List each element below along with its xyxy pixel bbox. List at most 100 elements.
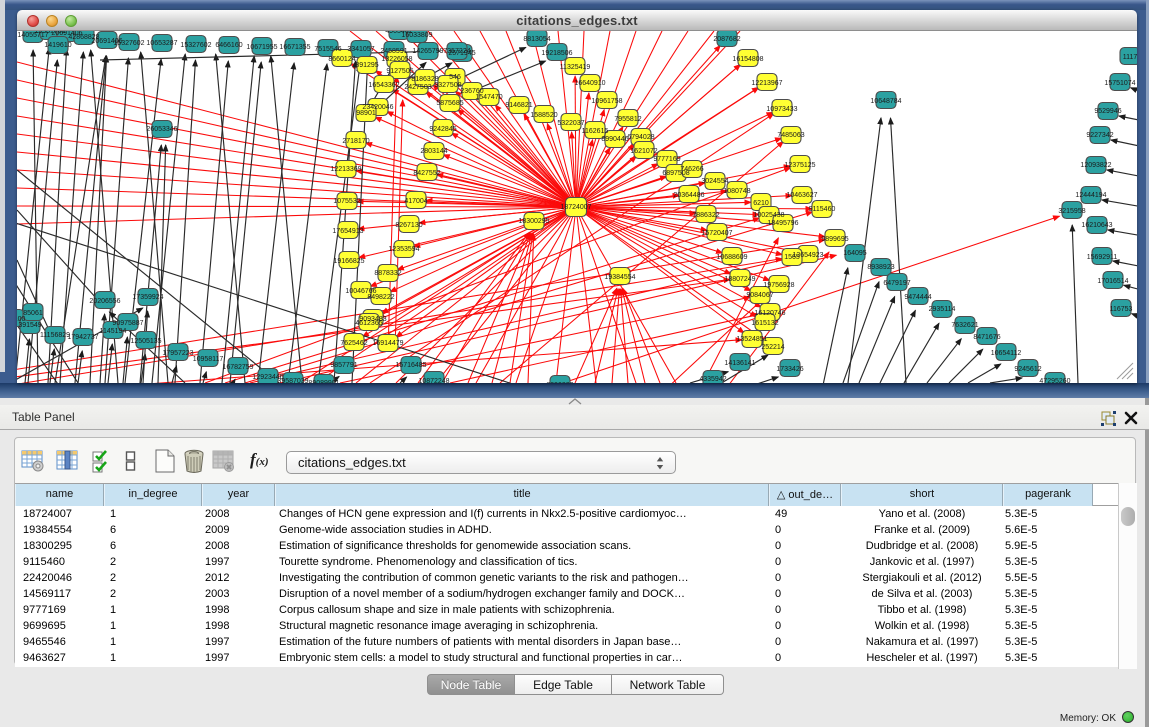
svg-text:8090293: 8090293 [546, 382, 573, 383]
svg-text:18300295: 18300295 [518, 218, 549, 225]
svg-text:17654913: 17654913 [332, 228, 363, 235]
svg-text:1547470: 1547470 [475, 94, 502, 101]
svg-text:2427503: 2427503 [404, 84, 431, 91]
svg-text:6466160: 6466160 [215, 42, 242, 49]
svg-text:16543362: 16543362 [368, 82, 399, 89]
svg-text:3215958: 3215958 [1058, 208, 1085, 215]
svg-text:10958117: 10958117 [193, 356, 224, 363]
svg-text:15751074: 15751074 [1104, 80, 1135, 87]
svg-text:7625462: 7625462 [340, 340, 367, 347]
svg-text:16120746: 16120746 [754, 310, 785, 317]
svg-text:89089901: 89089901 [308, 380, 339, 383]
svg-text:12353594: 12353594 [388, 246, 419, 253]
svg-text:10671955: 10671955 [246, 44, 277, 51]
svg-text:16782759: 16782759 [222, 364, 253, 371]
svg-text:47295260: 47295260 [1039, 378, 1070, 383]
svg-text:2803144: 2803144 [420, 148, 447, 155]
svg-text:26053346: 26053346 [146, 126, 177, 133]
svg-text:6210: 6210 [753, 200, 769, 207]
svg-text:6794028: 6794028 [627, 134, 654, 141]
svg-text:9245612: 9245612 [1014, 366, 1041, 373]
svg-text:17942737: 17942737 [67, 334, 98, 341]
svg-text:17016514: 17016514 [1097, 278, 1128, 285]
svg-text:1615132: 1615132 [751, 320, 778, 327]
svg-text:14136141: 14136141 [724, 360, 755, 367]
svg-text:98901: 98901 [356, 110, 376, 117]
svg-text:12213369: 12213369 [330, 166, 361, 173]
svg-text:10654112: 10654112 [991, 350, 1022, 357]
svg-text:8427552: 8427552 [413, 170, 440, 177]
svg-text:16210643: 16210643 [1081, 222, 1112, 229]
svg-text:12375125: 12375125 [784, 162, 815, 169]
svg-text:6479197: 6479197 [883, 280, 910, 287]
svg-text:8813054: 8813054 [523, 36, 550, 43]
svg-text:417004: 417004 [404, 198, 427, 205]
svg-text:85061: 85061 [23, 310, 43, 317]
svg-text:891295: 891295 [355, 62, 378, 69]
svg-text:1419610: 1419610 [44, 42, 71, 49]
svg-text:16640910: 16640910 [574, 80, 605, 87]
svg-text:5322037: 5322037 [557, 120, 584, 127]
svg-text:252214: 252214 [761, 344, 784, 351]
svg-text:12444194: 12444194 [1075, 192, 1106, 199]
svg-text:15327602: 15327602 [180, 42, 211, 49]
svg-text:1080748: 1080748 [723, 188, 750, 195]
svg-text:15716485: 15716485 [395, 362, 426, 369]
svg-text:17359924: 17359924 [132, 294, 163, 301]
svg-text:1145194: 1145194 [100, 328, 127, 335]
svg-text:15720407: 15720407 [701, 230, 732, 237]
svg-text:3341057: 3341057 [347, 46, 374, 53]
svg-text:10872248: 10872248 [418, 378, 449, 383]
svg-text:2458591: 2458591 [380, 48, 407, 55]
svg-text:1565: 1565 [784, 254, 800, 261]
svg-text:546: 546 [449, 74, 461, 81]
svg-text:9474444: 9474444 [904, 294, 931, 301]
svg-text:10463627: 10463627 [786, 192, 817, 199]
svg-text:10973433: 10973433 [766, 106, 797, 113]
svg-text:4335942: 4335942 [699, 376, 726, 383]
svg-text:8660124: 8660124 [328, 56, 355, 63]
svg-text:9529946: 9529946 [1094, 108, 1121, 115]
svg-text:18724007: 18724007 [560, 204, 591, 211]
svg-text:10653287: 10653287 [146, 40, 177, 47]
svg-text:9146821: 9146821 [505, 102, 532, 109]
svg-text:90975887: 90975887 [112, 320, 143, 327]
svg-text:1588520: 1588520 [530, 112, 557, 119]
svg-text:19218506: 19218506 [541, 50, 572, 57]
svg-text:9227342: 9227342 [1086, 132, 1113, 139]
svg-text:12505135: 12505135 [130, 338, 161, 345]
svg-text:8990446: 8990446 [601, 136, 628, 143]
svg-text:18807249: 18807249 [724, 276, 755, 283]
svg-text:9242845: 9242845 [429, 126, 456, 133]
svg-text:9115460: 9115460 [809, 206, 836, 213]
svg-text:1075532: 1075532 [333, 198, 360, 205]
svg-text:9857791: 9857791 [330, 362, 357, 369]
svg-text:12093822: 12093822 [1080, 162, 1111, 169]
svg-text:7632621: 7632621 [951, 322, 978, 329]
svg-text:8498222: 8498222 [367, 294, 394, 301]
svg-text:13226058: 13226058 [381, 56, 412, 63]
svg-text:10648784: 10648784 [870, 98, 901, 105]
svg-text:2718170: 2718170 [342, 138, 369, 145]
svg-text:746266: 746266 [680, 166, 703, 173]
svg-text:9899695: 9899695 [821, 236, 848, 243]
svg-text:19384554: 19384554 [604, 274, 635, 281]
svg-text:11156829: 11156829 [40, 332, 70, 339]
svg-text:7485063: 7485063 [777, 132, 804, 139]
svg-text:39587039: 39587039 [277, 378, 308, 383]
svg-text:1621072: 1621072 [630, 148, 657, 155]
svg-text:1117: 1117 [1123, 54, 1137, 61]
svg-text:9084067: 9084067 [746, 292, 773, 299]
svg-text:13524851: 13524851 [736, 336, 767, 343]
svg-text:19756928: 19756928 [763, 282, 794, 289]
svg-text:20206556: 20206556 [89, 298, 120, 305]
svg-text:3024554: 3024554 [701, 178, 728, 185]
svg-text:7886322: 7886322 [692, 212, 719, 219]
svg-text:15327602: 15327602 [113, 40, 144, 47]
svg-text:7357224: 7357224 [443, 48, 470, 55]
svg-text:10961758: 10961758 [591, 98, 622, 105]
svg-text:16154808: 16154808 [732, 56, 763, 63]
svg-text:5875685: 5875685 [436, 100, 463, 107]
svg-text:18495796: 18495796 [767, 220, 798, 227]
svg-text:17957223: 17957223 [162, 350, 193, 357]
